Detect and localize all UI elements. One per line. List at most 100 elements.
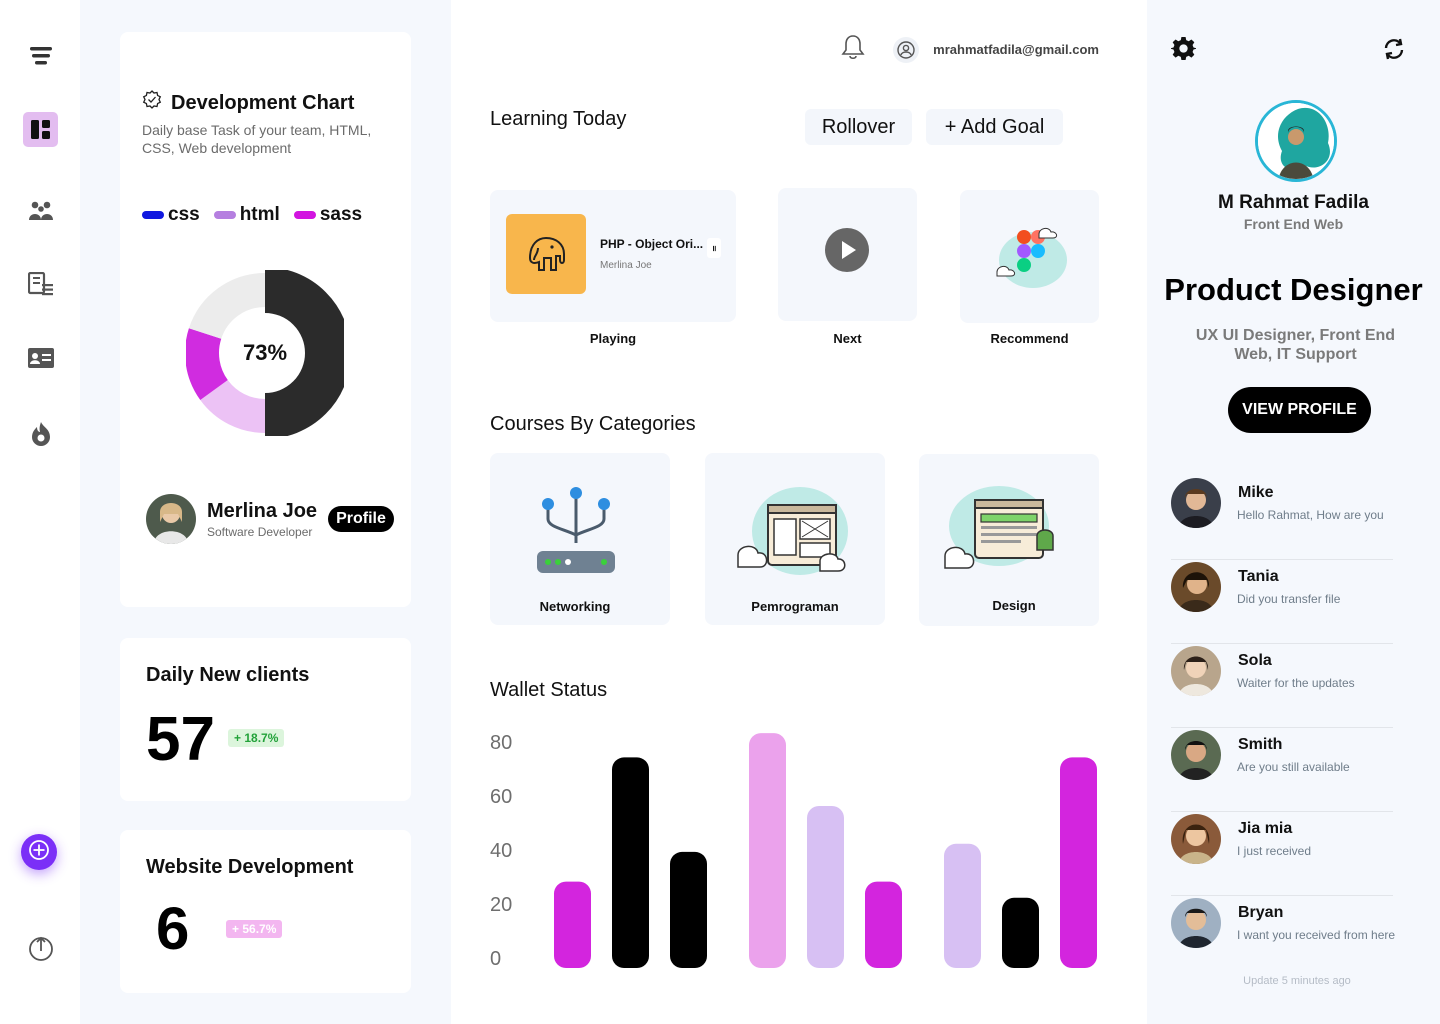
- stat-change-badge: + 18.7%: [228, 729, 285, 747]
- message-sender: Mike: [1238, 484, 1274, 501]
- daily-clients-card: Daily New clients 57 + 18.7%: [120, 638, 411, 801]
- avatar: [1171, 478, 1221, 528]
- contact-card-icon[interactable]: [23, 340, 58, 375]
- course-pemrograman[interactable]: Pemrograman: [705, 453, 885, 625]
- sidebar: [0, 0, 80, 1024]
- pause-button[interactable]: ॥: [707, 238, 721, 258]
- wallet-status-chart: 80 60 40 20 0: [481, 720, 1121, 980]
- user-icon[interactable]: [893, 36, 920, 63]
- wallet-bar: [749, 733, 786, 968]
- main-content: mrahmatfadila@gmail.com Learning Today R…: [451, 0, 1147, 1024]
- message-item[interactable]: Jia mia I just received: [1171, 812, 1393, 896]
- avatar: [1171, 646, 1221, 696]
- bar-series: [554, 733, 1097, 968]
- course-networking[interactable]: Networking: [490, 453, 670, 625]
- playing-course-author: Merlina Joe: [600, 260, 652, 271]
- website-development-card: Website Development 6 + 56.7%: [120, 830, 411, 993]
- wallet-bar: [1002, 897, 1039, 968]
- php-elephant-icon: [506, 214, 586, 294]
- course-label: Pemrograman: [751, 599, 839, 614]
- wallet-bar: [865, 881, 902, 968]
- courses-title: Courses By Categories: [490, 413, 696, 435]
- card-subtitle: Daily base Task of your team, HTML, CSS,…: [142, 122, 372, 156]
- profile-button[interactable]: Profile: [328, 506, 394, 532]
- course-design[interactable]: Design: [919, 454, 1099, 626]
- playing-course-tile[interactable]: PHP - Object Ori... Merlina Joe ॥: [490, 190, 736, 322]
- learning-today-title: Learning Today: [490, 108, 627, 130]
- message-item[interactable]: Sola Waiter for the updates: [1171, 644, 1393, 728]
- message-preview: Waiter for the updates: [1237, 676, 1355, 690]
- stat-value: 6: [156, 895, 190, 962]
- message-sender: Jia mia: [1238, 820, 1293, 837]
- message-sender: Bryan: [1238, 904, 1284, 921]
- library-icon[interactable]: [23, 267, 58, 302]
- dashboard-icon[interactable]: [23, 112, 58, 147]
- message-sender: Sola: [1238, 652, 1272, 669]
- stat-title: Website Development: [146, 856, 354, 878]
- plus-icon: [29, 839, 49, 865]
- logout-icon[interactable]: [23, 930, 58, 965]
- wallet-bar: [1060, 757, 1097, 968]
- card-title: Development Chart: [171, 91, 355, 114]
- profile-skills: UX UI Designer, Front End Web, IT Suppor…: [1195, 327, 1396, 363]
- legend-swatch: [142, 211, 164, 219]
- menu-icon[interactable]: [23, 38, 58, 73]
- top-bar: mrahmatfadila@gmail.com: [841, 34, 1099, 65]
- tile-caption-recommend: Recommend: [990, 331, 1069, 346]
- figma-illustration-icon: [987, 222, 1073, 297]
- avatar: [1171, 730, 1221, 780]
- profile-role: Front End Web: [1243, 216, 1344, 232]
- message-item[interactable]: Tania Did you transfer file: [1171, 560, 1393, 644]
- next-course-tile[interactable]: [778, 188, 917, 321]
- view-profile-button[interactable]: VIEW PROFILE: [1228, 387, 1371, 433]
- gear-icon[interactable]: [1171, 36, 1196, 66]
- users-icon[interactable]: [23, 193, 58, 228]
- team-member: Merlina Joe Software Developer: [146, 494, 317, 544]
- bell-icon[interactable]: [841, 34, 865, 65]
- wallet-bar: [807, 806, 844, 968]
- wallet-bar: [612, 757, 649, 968]
- legend-label: html: [239, 204, 280, 225]
- wallet-bar: [670, 851, 707, 968]
- add-goal-button[interactable]: + Add Goal: [926, 109, 1063, 145]
- message-item[interactable]: Mike Hello Rahmat, How are you: [1171, 476, 1393, 560]
- update-timestamp: Update 5 minutes ago: [1243, 975, 1351, 987]
- message-preview: Hello Rahmat, How are you: [1237, 508, 1384, 522]
- recommend-course-tile[interactable]: [960, 190, 1099, 323]
- wallet-bar: [944, 843, 981, 968]
- message-list: Mike Hello Rahmat, How are you Tania Did…: [1171, 476, 1395, 980]
- stat-change-badge: + 56.7%: [226, 920, 283, 938]
- avatar: [1171, 898, 1221, 948]
- badge-icon: [142, 90, 162, 116]
- add-button[interactable]: [21, 834, 57, 870]
- chart-legend: css html sass: [142, 204, 362, 226]
- message-preview: I just received: [1237, 844, 1312, 858]
- legend-swatch: [213, 211, 236, 219]
- member-role: Software Developer: [207, 524, 313, 539]
- refresh-icon[interactable]: [1383, 38, 1405, 65]
- play-icon[interactable]: [825, 228, 869, 277]
- user-email[interactable]: mrahmatfadila@gmail.com: [933, 42, 1099, 57]
- stat-value: 57: [146, 705, 215, 774]
- playing-course-title: PHP - Object Ori...: [600, 237, 704, 251]
- router-icon: [534, 485, 618, 582]
- tile-caption-playing: Playing: [589, 331, 637, 346]
- message-item[interactable]: Smith Are you still available: [1171, 728, 1393, 812]
- legend-html: html: [213, 204, 280, 226]
- message-preview: Did you transfer file: [1237, 592, 1341, 606]
- wallet-bar: [554, 881, 591, 968]
- profile-name: M Rahmat Fadila: [1218, 192, 1369, 213]
- message-item[interactable]: Bryan I want you received from here: [1171, 896, 1395, 980]
- avatar: [146, 494, 196, 544]
- wallet-status-title: Wallet Status: [490, 679, 608, 701]
- course-label: Networking: [539, 599, 611, 614]
- legend-sass: sass: [293, 204, 362, 226]
- tile-caption-next: Next: [833, 331, 862, 346]
- member-name: Merlina Joe: [207, 499, 318, 522]
- fire-icon[interactable]: [23, 416, 58, 451]
- rollover-button[interactable]: Rollover: [805, 109, 912, 145]
- design-window-illustration-icon: [941, 486, 1065, 579]
- development-chart-card: Development Chart Daily base Task of you…: [120, 32, 411, 607]
- stat-title: Daily New clients: [146, 664, 310, 686]
- legend-label: css: [168, 204, 200, 225]
